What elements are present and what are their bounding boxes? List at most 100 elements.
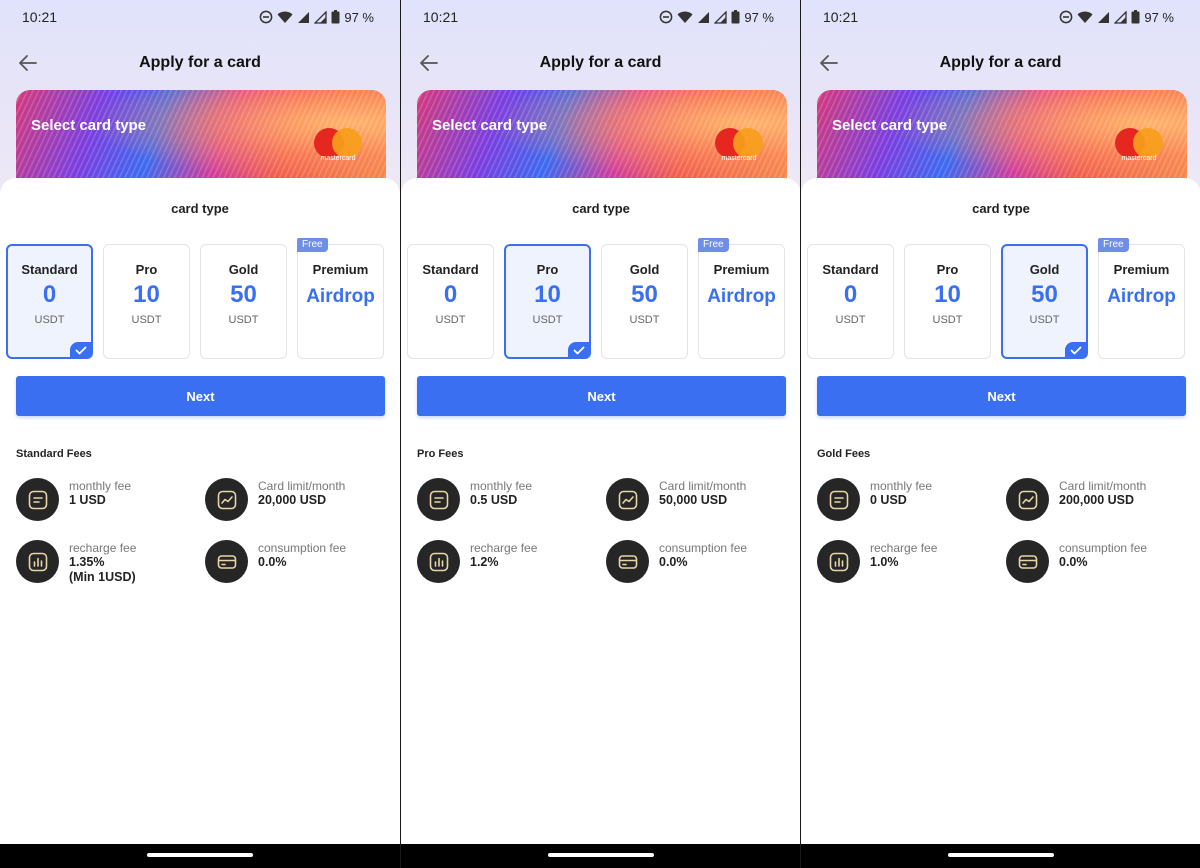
fee-monthly: monthly fee 0.5 USD [417,478,532,521]
mastercard-logo: mastercard [314,128,362,162]
card-type-gold[interactable]: Gold 50 USDT [601,244,688,359]
fee-value: 1.35% (Min 1USD) [69,555,136,584]
bar-chart-icon [16,540,59,583]
home-gesture-handle[interactable] [948,853,1054,857]
checkmark-icon [1065,342,1087,358]
status-icons: 97 % [1059,10,1174,25]
back-button[interactable] [815,50,843,76]
fees-title: Standard Fees [16,448,92,460]
card-type-unit: USDT [228,314,259,326]
wifi-icon [1077,11,1093,23]
card-type-name: Pro [936,262,959,277]
card-type-premium[interactable]: Free Premium Airdrop [698,238,785,359]
fee-label: Card limit/month [258,479,346,493]
card-type-name: Standard [822,262,879,277]
card-type-name: Gold [629,262,660,277]
card-type-standard[interactable]: Standard 0 USDT [6,244,93,359]
fee-label: monthly fee [870,479,933,493]
back-button[interactable] [415,50,443,76]
fee-monthly: monthly fee 0 USD [817,478,932,521]
bottom-sheet: card type Standard 0 USDT Pro 10 USDT Go… [401,178,800,868]
section-title: card type [972,201,1030,216]
fee-label: Card limit/month [1059,479,1147,493]
bottom-sheet: card type Standard 0 USDT Pro 10 USDT Go… [801,178,1200,868]
free-tag: Free [297,238,328,252]
mastercard-orange-circle [733,128,763,158]
fee-card-limit: Card limit/month 200,000 USD [1006,478,1146,521]
next-button[interactable]: Next [417,376,786,416]
mastercard-wordmark: mastercard [320,155,356,162]
card-type-price: 50 [230,281,257,308]
card-type-premium[interactable]: Free Premium Airdrop [1098,238,1185,359]
bottom-sheet: card type Standard 0 USDT Pro 10 USDT Go… [0,178,400,868]
fee-value: 0.0% [659,555,688,569]
card-type-price: 10 [534,281,561,308]
page-title: Apply for a card [139,54,261,71]
page-title: Apply for a card [939,54,1062,71]
signal-icon [298,11,310,23]
home-gesture-handle[interactable] [147,853,253,857]
fee-label: consumption fee [258,541,347,555]
fee-value: 1 USD [69,493,106,507]
card-type-pro[interactable]: Pro 10 USDT [904,244,991,359]
card-type-pro[interactable]: Pro 10 USDT [103,244,190,359]
trend-chart-icon [606,478,649,521]
card-type-premium[interactable]: Free Premium Airdrop [297,238,384,359]
next-button[interactable]: Next [16,376,385,416]
card-type-pro[interactable]: Pro 10 USDT [504,244,591,359]
section-title: card type [572,201,630,216]
trend-chart-icon [205,478,248,521]
fee-label: recharge fee [470,541,538,555]
card-type-gold[interactable]: Gold 50 USDT [1001,244,1088,359]
mastercard-logo: mastercard [1115,128,1163,162]
card-type-price: 10 [934,281,961,308]
fee-value: 1.0% [870,555,899,569]
card-type-standard[interactable]: Standard 0 USDT [407,244,494,359]
status-icons: 97 % [659,10,774,25]
mastercard-wordmark: mastercard [1121,155,1157,162]
card-type-unit: USDT [1029,314,1060,326]
document-icon [417,478,460,521]
fee-label: recharge fee [69,541,137,555]
battery-percent: 97 % [1144,9,1174,25]
mastercard-orange-circle [1133,128,1163,158]
fee-label: monthly fee [69,479,132,493]
home-gesture-handle[interactable] [548,853,654,857]
status-time: 10:21 [823,9,859,25]
battery-percent: 97 % [344,9,374,25]
fee-value: 200,000 USD [1059,493,1135,507]
card-type-unit: USDT [532,314,563,326]
do-not-disturb-icon [260,10,273,24]
fee-label: consumption fee [1059,541,1148,555]
free-tag: Free [698,238,729,252]
fee-label: monthly fee [470,479,533,493]
card-type-gold[interactable]: Gold 50 USDT [200,244,287,359]
mastercard-logo: mastercard [715,128,763,162]
mastercard-wordmark: mastercard [721,155,757,162]
signal-icon [1098,11,1110,23]
fee-value: 0 USD [870,493,907,507]
card-type-unit: USDT [835,314,866,326]
wifi-icon [277,11,293,23]
credit-card-icon [1006,540,1049,583]
fee-label: Card limit/month [659,479,747,493]
fees-title: Gold Fees [817,448,871,460]
card-type-price: 50 [1031,281,1058,308]
checkmark-icon [568,342,590,358]
fee-label: recharge fee [870,541,938,555]
document-icon [817,478,860,521]
app-bar: Apply for a card [401,44,800,82]
status-bar: 10:21 97 % [0,0,400,34]
card-type-standard[interactable]: Standard 0 USDT [807,244,894,359]
bar-chart-icon [817,540,860,583]
fee-label: consumption fee [659,541,748,555]
status-icons: 97 % [259,10,374,25]
fee-recharge: recharge fee 1.2% [417,540,537,583]
next-button[interactable]: Next [817,376,1186,416]
system-nav-bar [401,844,800,868]
back-button[interactable] [14,50,42,76]
battery-icon [331,10,340,24]
phone-screen: 10:21 97 % Apply for a card Select card … [400,0,800,868]
battery-icon [1131,10,1140,24]
fee-card-limit: Card limit/month 50,000 USD [606,478,746,521]
